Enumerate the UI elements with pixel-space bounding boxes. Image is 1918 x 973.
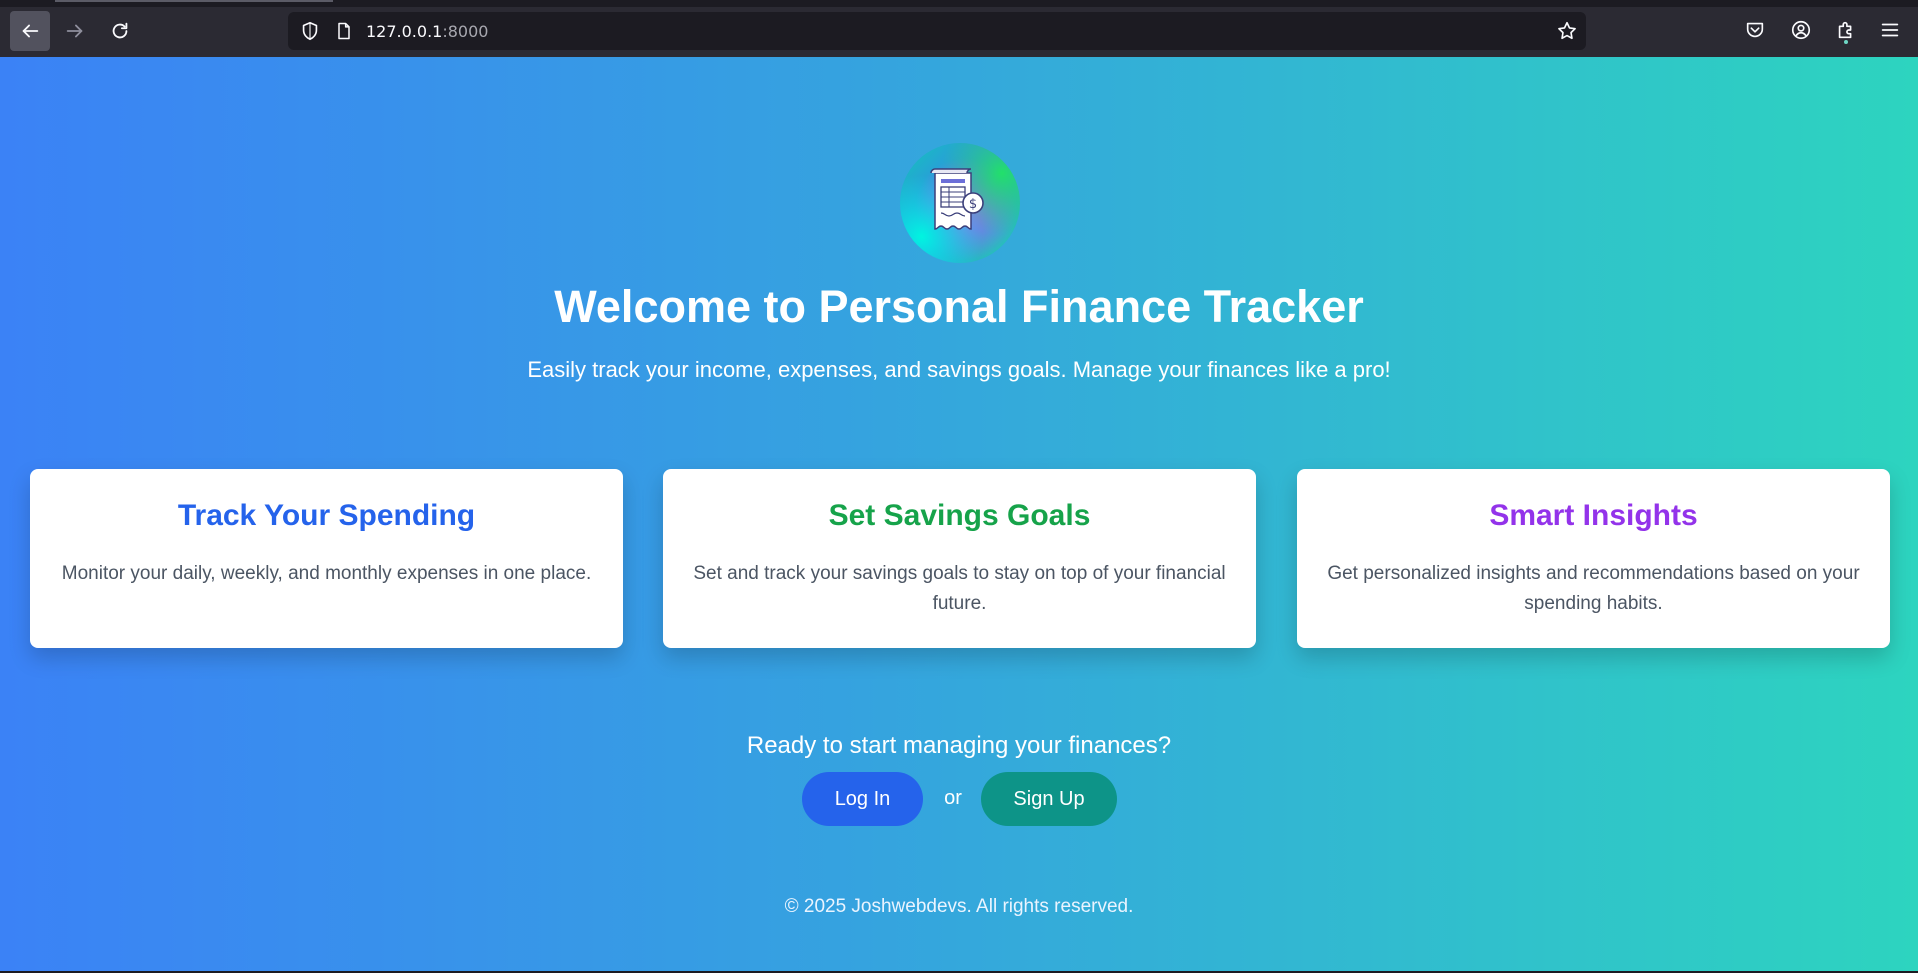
logo: $	[900, 143, 1020, 263]
feature-card-spending: Track Your Spending Monitor your daily, …	[30, 469, 623, 648]
browser-toolbar: 127.0.0.1:8000	[0, 0, 1918, 58]
extension-badge	[1844, 40, 1848, 44]
forward-arrow-icon	[66, 24, 83, 38]
menu-icon	[1881, 23, 1899, 37]
extensions-button[interactable]	[1834, 18, 1858, 44]
reload-button[interactable]	[100, 11, 140, 51]
extensions-icon	[1838, 21, 1852, 39]
url-port: :8000	[442, 22, 489, 41]
back-arrow-icon	[22, 24, 39, 38]
account-button[interactable]	[1789, 18, 1813, 42]
reload-icon	[112, 22, 128, 39]
forward-button[interactable]	[55, 11, 95, 51]
feature-card-insights: Smart Insights Get personalized insights…	[1297, 469, 1890, 648]
active-tab[interactable]	[55, 0, 333, 2]
cta-prompt: Ready to start managing your finances?	[746, 732, 1172, 759]
pocket-button[interactable]	[1743, 18, 1767, 42]
feature-card-title: Smart Insights	[1489, 499, 1698, 532]
or-separator: or	[944, 787, 962, 809]
footer-copyright: © 2025 Joshwebdevs. All rights reserved.	[784, 896, 1134, 917]
back-button[interactable]	[10, 11, 50, 51]
signup-button[interactable]: Sign Up	[981, 772, 1117, 826]
feature-card-savings: Set Savings Goals Set and track your sav…	[663, 469, 1256, 648]
address-bar[interactable]: 127.0.0.1:8000	[288, 12, 1586, 50]
feature-card-title: Set Savings Goals	[828, 499, 1091, 532]
page-title: Welcome to Personal Finance Tracker	[554, 281, 1364, 332]
menu-button[interactable]	[1878, 18, 1902, 42]
landing-page: $ Welcome to Personal Finance Tracker Ea…	[0, 57, 1918, 971]
page-icon[interactable]	[334, 21, 354, 41]
feature-card-text: Get personalized insights and recommenda…	[1327, 563, 1860, 614]
shield-icon[interactable]	[299, 20, 321, 42]
star-icon[interactable]	[1556, 20, 1578, 42]
feature-card-text: Set and track your savings goals to stay…	[693, 563, 1226, 614]
pocket-icon	[1746, 22, 1764, 38]
page-subtitle: Easily track your income, expenses, and …	[527, 357, 1391, 382]
svg-text:$: $	[969, 197, 977, 212]
feature-card-title: Track Your Spending	[177, 499, 476, 532]
feature-card-text: Monitor your daily, weekly, and monthly …	[61, 563, 592, 584]
url-text[interactable]: 127.0.0.1:8000	[366, 22, 488, 41]
login-button[interactable]: Log In	[802, 772, 923, 826]
receipt-dollar-icon: $	[930, 168, 984, 230]
account-icon	[1791, 20, 1811, 40]
url-host: 127.0.0.1	[366, 22, 443, 41]
